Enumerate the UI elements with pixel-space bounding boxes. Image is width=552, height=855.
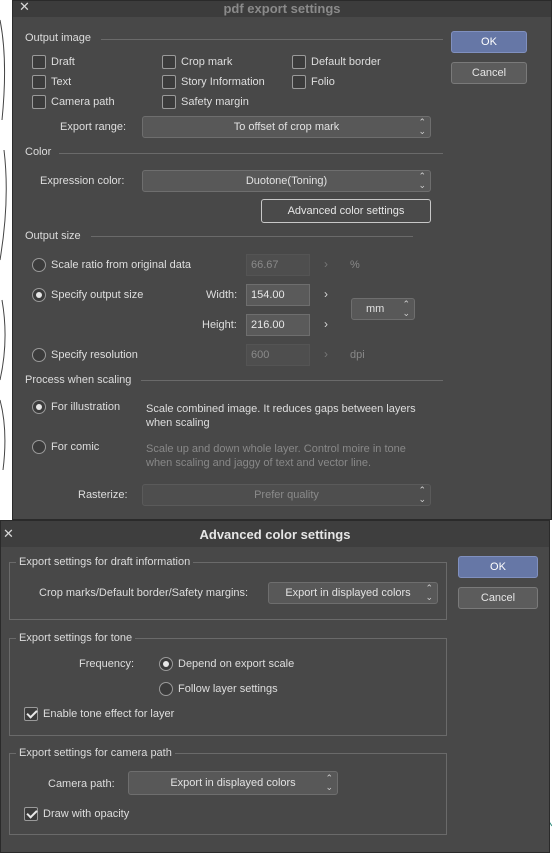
- section-process-when-scaling: Process when scaling: [25, 374, 132, 386]
- follow-layer-settings-radio[interactable]: [159, 682, 173, 696]
- unit-value: mm: [366, 303, 385, 315]
- pdf-export-dialog: ✕ pdf export settings OK Cancel Output i…: [12, 0, 552, 520]
- draft-label: Draft: [51, 56, 75, 68]
- chevron-right-icon[interactable]: ›: [324, 317, 328, 331]
- for-illustration-label: For illustration: [51, 401, 121, 413]
- draft-checkbox[interactable]: [32, 55, 46, 69]
- advanced-dialog-title: Advanced color settings: [199, 527, 351, 542]
- camera-path-checkbox[interactable]: [32, 95, 46, 109]
- divider: [59, 153, 443, 154]
- enable-tone-effect-label: Enable tone effect for layer: [43, 708, 175, 720]
- camera-group-legend: Export settings for camera path: [16, 747, 175, 759]
- text-label: Text: [51, 76, 72, 88]
- cancel-button[interactable]: Cancel: [451, 62, 527, 84]
- tone-group-legend: Export settings for tone: [16, 632, 136, 644]
- resolution-unit: dpi: [350, 349, 365, 361]
- scale-ratio-label: Scale ratio from original data: [51, 259, 192, 271]
- chevron-right-icon[interactable]: ›: [324, 287, 328, 301]
- advanced-color-dialog: ✕ Advanced color settings OK Cancel Expo…: [0, 520, 550, 853]
- enable-tone-effect-checkbox[interactable]: [24, 707, 38, 721]
- expression-color-value: Duotone(Toning): [245, 175, 328, 187]
- export-range-select[interactable]: To offset of crop mark ⌃ ⌄: [142, 116, 431, 138]
- export-range-value: To offset of crop mark: [233, 121, 340, 133]
- updown-icon: ⌃ ⌄: [325, 773, 333, 792]
- updown-icon: ⌃ ⌄: [418, 485, 426, 504]
- section-output-image: Output image: [25, 32, 92, 44]
- safety-margin-label: Safety margin: [181, 96, 249, 108]
- for-illustration-radio[interactable]: [32, 400, 46, 414]
- crop-marks-select[interactable]: Export in displayed colors ⌃ ⌄: [268, 582, 438, 604]
- ok-button[interactable]: OK: [451, 31, 527, 53]
- crop-mark-checkbox[interactable]: [162, 55, 176, 69]
- updown-icon: ⌃ ⌄: [425, 583, 433, 602]
- advanced-color-settings-button[interactable]: Advanced color settings: [261, 199, 431, 223]
- ok-button[interactable]: OK: [458, 556, 538, 578]
- for-comic-radio[interactable]: [32, 440, 46, 454]
- camera-path-label: Camera path:: [48, 778, 115, 790]
- width-label: Width:: [206, 289, 238, 301]
- crop-marks-value: Export in displayed colors: [285, 587, 411, 599]
- divider: [101, 39, 443, 40]
- story-information-checkbox[interactable]: [162, 75, 176, 89]
- draw-with-opacity-checkbox[interactable]: [24, 807, 38, 821]
- section-output-size: Output size: [25, 230, 81, 242]
- rasterize-label: Rasterize:: [78, 489, 128, 501]
- rasterize-select[interactable]: Prefer quality ⌃ ⌄: [142, 484, 431, 506]
- draft-group-legend: Export settings for draft information: [16, 556, 194, 568]
- camera-path-label: Camera path: [51, 96, 115, 108]
- updown-icon: ⌃ ⌄: [418, 171, 426, 190]
- divider: [141, 380, 443, 381]
- camera-path-select[interactable]: Export in displayed colors ⌃ ⌄: [128, 771, 338, 795]
- section-color: Color: [25, 146, 52, 158]
- story-information-label: Story Information: [181, 76, 265, 88]
- updown-icon: ⌃ ⌄: [418, 117, 426, 136]
- for-comic-description: Scale up and down whole layer. Control m…: [146, 443, 406, 469]
- resolution-field[interactable]: 600: [246, 344, 310, 366]
- expression-color-label: Expression color:: [40, 175, 125, 187]
- updown-icon: ⌃ ⌄: [402, 299, 410, 318]
- frequency-label: Frequency:: [79, 658, 135, 670]
- export-range-label: Export range:: [60, 121, 127, 133]
- folio-label: Folio: [311, 76, 335, 88]
- follow-layer-settings-label: Follow layer settings: [178, 683, 278, 695]
- unit-select[interactable]: mm ⌃ ⌄: [351, 298, 415, 320]
- for-illustration-description: Scale combined image. It reduces gaps be…: [146, 403, 416, 429]
- crop-marks-label: Crop marks/Default border/Safety margins…: [39, 587, 249, 599]
- specify-resolution-radio[interactable]: [32, 348, 46, 362]
- specify-resolution-label: Specify resolution: [51, 349, 138, 361]
- height-field[interactable]: 216.00: [246, 314, 310, 336]
- camera-path-value: Export in displayed colors: [170, 777, 296, 789]
- safety-margin-checkbox[interactable]: [162, 95, 176, 109]
- width-field[interactable]: 154.00: [246, 284, 310, 306]
- depend-on-export-scale-radio[interactable]: [159, 657, 173, 671]
- scale-ratio-radio[interactable]: [32, 258, 46, 272]
- divider: [91, 236, 413, 237]
- cancel-button[interactable]: Cancel: [458, 587, 538, 609]
- default-border-label: Default border: [311, 56, 381, 68]
- depend-on-export-scale-label: Depend on export scale: [178, 658, 295, 670]
- default-border-checkbox[interactable]: [292, 55, 306, 69]
- scale-ratio-field[interactable]: 66.67: [246, 254, 310, 276]
- rasterize-value: Prefer quality: [254, 489, 319, 501]
- folio-checkbox[interactable]: [292, 75, 306, 89]
- chevron-right-icon: ›: [324, 347, 328, 361]
- specify-output-size-label: Specify output size: [51, 289, 144, 301]
- height-label: Height:: [202, 319, 237, 331]
- for-comic-label: For comic: [51, 441, 100, 453]
- text-checkbox[interactable]: [32, 75, 46, 89]
- scale-unit: %: [350, 259, 360, 271]
- specify-output-size-radio[interactable]: [32, 288, 46, 302]
- chevron-right-icon: ›: [324, 257, 328, 271]
- pdf-dialog-title: pdf export settings: [223, 1, 341, 16]
- crop-mark-label: Crop mark: [181, 56, 233, 68]
- draw-with-opacity-label: Draw with opacity: [43, 808, 130, 820]
- expression-color-select[interactable]: Duotone(Toning) ⌃ ⌄: [142, 170, 431, 192]
